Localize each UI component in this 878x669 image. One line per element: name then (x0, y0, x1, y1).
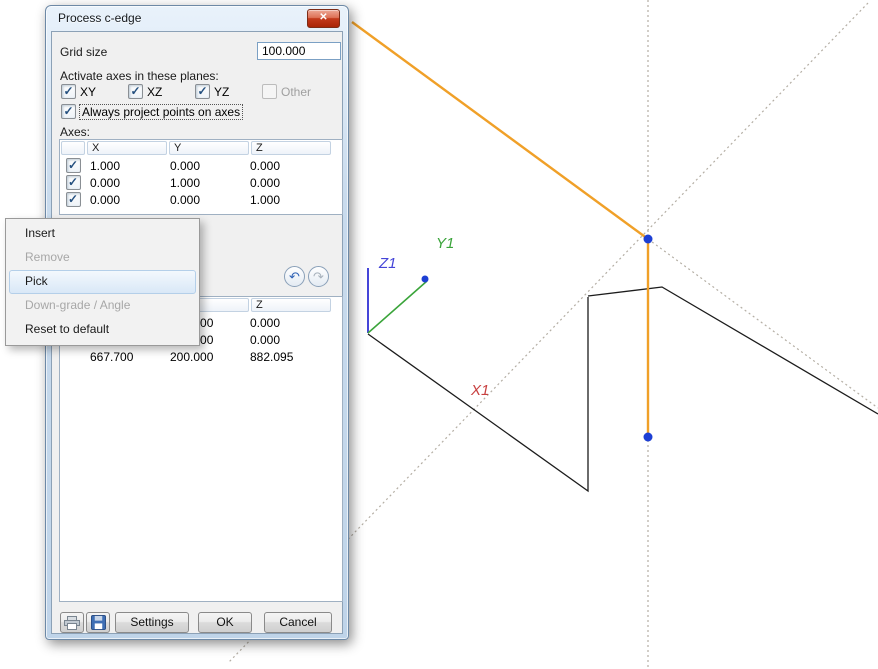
cell-z[interactable]: 0.000 (246, 176, 326, 190)
save-button[interactable] (86, 612, 110, 633)
checkbox-xy-label: XY (80, 85, 96, 99)
ok-button[interactable]: OK (198, 612, 252, 633)
check-icon: ✓ (68, 193, 78, 205)
checkbox-xy-box[interactable]: ✓ (61, 84, 76, 99)
row-checkbox[interactable]: ✓ (66, 192, 81, 207)
axes-header-gutter[interactable] (61, 141, 85, 155)
checkbox-yz-label: YZ (214, 85, 229, 99)
print-icon (64, 616, 80, 630)
axes-table-row[interactable]: ✓ 0.000 1.000 0.000 (60, 174, 342, 191)
planes-section-label: Activate axes in these planes: (60, 69, 219, 83)
x-axis-label: X1 (470, 382, 489, 399)
points-table-row[interactable]: 667.700 200.000 882.095 (60, 348, 342, 365)
undo-button[interactable]: ↶ (284, 266, 305, 287)
cell-y[interactable]: 0.000 (166, 193, 246, 207)
cell-z[interactable]: 0.000 (246, 333, 326, 347)
cell-z[interactable]: 0.000 (246, 316, 326, 330)
menu-item-downgrade-angle: Down-grade / Angle (9, 294, 196, 318)
checkbox-yz-box[interactable]: ✓ (195, 84, 210, 99)
redo-button[interactable]: ↷ (308, 266, 329, 287)
checkbox-other-box (262, 84, 277, 99)
axes-label: Axes: (60, 125, 90, 139)
axes-table-header: X Y Z (60, 140, 342, 157)
axes-table: X Y Z ✓ 1.000 0.000 0.000 ✓ 0.000 1.000 … (59, 139, 343, 215)
close-button[interactable]: ✕ (307, 9, 340, 28)
edge-point-top[interactable] (644, 235, 653, 244)
axes-header-x[interactable]: X (87, 141, 167, 155)
y-axis-label: Y1 (436, 235, 454, 252)
y-axis-point[interactable] (422, 276, 429, 283)
settings-button[interactable]: Settings (115, 612, 189, 633)
menu-item-insert[interactable]: Insert (9, 222, 196, 246)
dialog-title: Process c-edge (58, 11, 141, 25)
check-icon: ✓ (63, 105, 73, 117)
axes-table-row[interactable]: ✓ 1.000 0.000 0.000 (60, 157, 342, 174)
context-menu: Insert Remove Pick Down-grade / Angle Re… (5, 218, 200, 346)
row-checkbox[interactable]: ✓ (66, 175, 81, 190)
cell-y[interactable]: 1.000 (166, 176, 246, 190)
cell-y[interactable]: 200.000 (166, 350, 246, 364)
axes-header-z[interactable]: Z (251, 141, 331, 155)
project-points-checkbox[interactable]: ✓ Always project points on axes (61, 104, 242, 119)
menu-item-remove: Remove (9, 246, 196, 270)
save-icon (91, 615, 106, 630)
grid-size-input[interactable] (257, 42, 341, 60)
cell-x[interactable]: 667.700 (86, 350, 166, 364)
menu-item-reset-to-default[interactable]: Reset to default (9, 318, 196, 342)
print-button[interactable] (60, 612, 84, 633)
check-icon: ✓ (197, 85, 207, 97)
cell-x[interactable]: 1.000 (86, 159, 166, 173)
cell-x[interactable]: 0.000 (86, 193, 166, 207)
edge-point-bottom[interactable] (644, 433, 653, 442)
checkbox-xz-label: XZ (147, 85, 162, 99)
checkbox-xz[interactable]: ✓ XZ (128, 84, 162, 99)
cell-z[interactable]: 882.095 (246, 350, 326, 364)
planes-checkbox-row: ✓ XY ✓ XZ ✓ YZ Other (52, 84, 342, 99)
checkbox-xz-box[interactable]: ✓ (128, 84, 143, 99)
cell-x[interactable]: 0.000 (86, 176, 166, 190)
selected-c-edge[interactable] (352, 22, 648, 437)
grid-size-label: Grid size (60, 45, 107, 59)
cancel-button[interactable]: Cancel (264, 612, 332, 633)
checkbox-other: Other (262, 84, 311, 99)
check-icon: ✓ (68, 176, 78, 188)
axes-header-y[interactable]: Y (169, 141, 249, 155)
project-points-box[interactable]: ✓ (61, 104, 76, 119)
cell-z[interactable]: 1.000 (246, 193, 326, 207)
menu-item-pick[interactable]: Pick (9, 270, 196, 294)
y-axis (368, 281, 427, 333)
cell-z[interactable]: 0.000 (246, 159, 326, 173)
cell-y[interactable]: 0.000 (166, 159, 246, 173)
project-points-label: Always project points on axes (80, 105, 242, 119)
undo-icon: ↶ (289, 269, 300, 284)
row-checkbox[interactable]: ✓ (66, 158, 81, 173)
redo-icon: ↷ (313, 269, 324, 284)
titlebar[interactable]: Process c-edge ✕ (46, 6, 348, 30)
check-icon: ✓ (130, 85, 140, 97)
check-icon: ✓ (68, 159, 78, 171)
model-edges[interactable] (368, 287, 878, 491)
points-header-z[interactable]: Z (251, 298, 331, 312)
check-icon: ✓ (63, 85, 73, 97)
close-icon: ✕ (319, 12, 327, 23)
checkbox-yz[interactable]: ✓ YZ (195, 84, 229, 99)
z-axis-label: Z1 (378, 255, 397, 272)
checkbox-other-label: Other (281, 85, 311, 99)
axes-table-row[interactable]: ✓ 0.000 0.000 1.000 (60, 191, 342, 208)
app-window: Z1 Y1 X1 Process c-edge ✕ Grid size Acti… (0, 0, 878, 669)
checkbox-xy[interactable]: ✓ XY (61, 84, 96, 99)
